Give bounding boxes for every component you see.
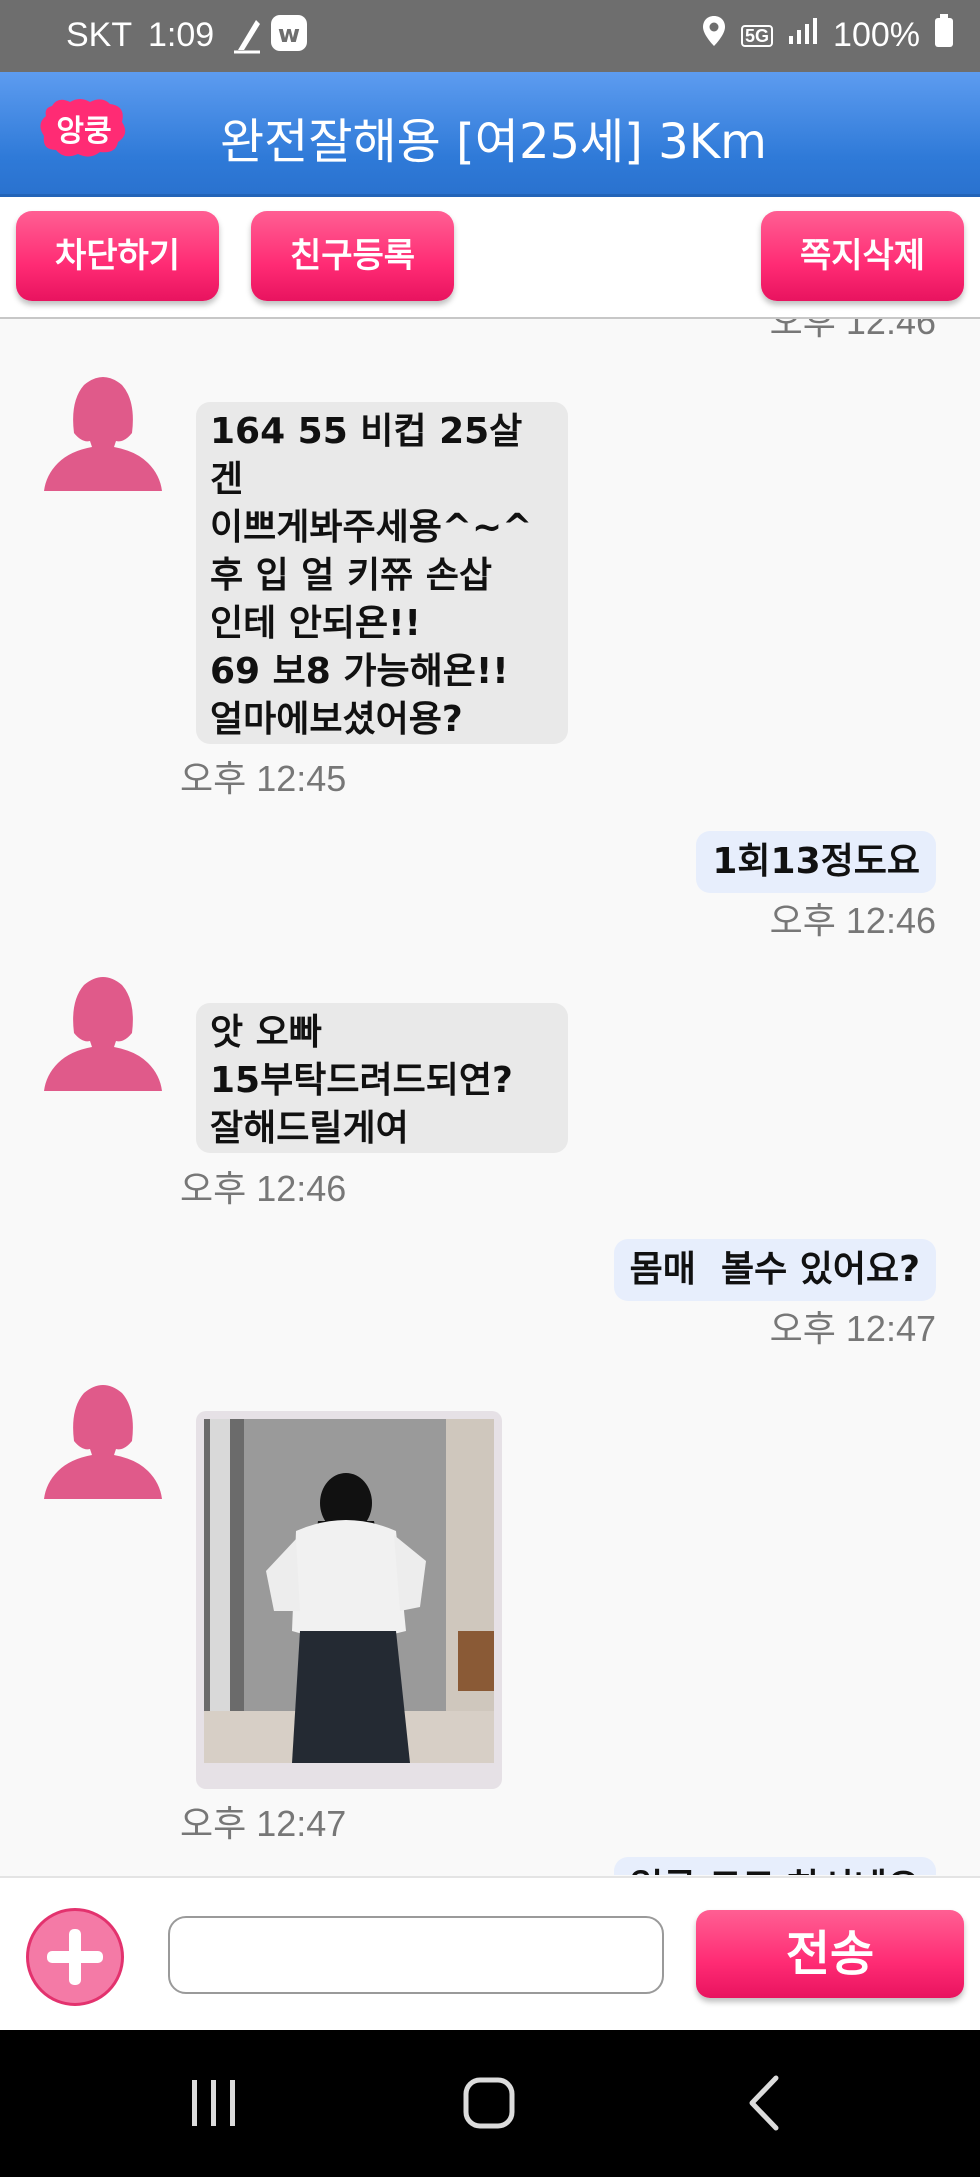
composer-bar: 전송 — [0, 1876, 980, 2032]
message-line: 이쁘게봐주세용^~^ — [210, 507, 533, 548]
network-type-label: 5G — [741, 24, 774, 47]
message-line: 69 보8 가능해욘!! — [210, 651, 509, 692]
clock: 1:09 — [148, 16, 215, 54]
message-line: 164 55 비컵 25살 — [210, 411, 523, 452]
chat-title: 완전잘해용 [여25세] 3Km — [220, 114, 767, 170]
carrier-label: SKT — [66, 16, 133, 54]
logo-text: 앙쿵 — [56, 114, 112, 149]
quill-notification-icon — [230, 16, 264, 63]
message-line: 얼마에보셨어용? — [210, 699, 463, 740]
w-app-notification-icon: w — [270, 14, 308, 61]
message-timestamp: 오후 12:46 — [769, 900, 936, 941]
signal-icon — [787, 16, 819, 55]
message-timestamp: 오후 12:46 — [180, 1168, 347, 1209]
plus-icon — [47, 1929, 103, 1985]
message-timestamp: 오후 12:47 — [180, 1803, 347, 1844]
message-timestamp: 오후 12:46 — [769, 319, 936, 342]
location-icon — [701, 14, 727, 57]
status-bar: SKT 1:09 w 5G 100% — [0, 0, 980, 72]
photo-message[interactable] — [196, 1411, 502, 1789]
outgoing-message-bubble: 몸매 볼수 있어요? — [613, 1239, 936, 1301]
message-list[interactable]: 오후 12:46 164 55 비컵 25살 겐 이쁘게봐주세용^~^ 후 입 … — [0, 319, 980, 1875]
network-type-icon: 5G — [741, 24, 774, 47]
app-logo[interactable]: 앙쿵 — [38, 96, 128, 160]
message-line: 15부탁드려드되연? — [210, 1060, 513, 1101]
outgoing-message-bubble: 1회13정도요 — [696, 831, 936, 893]
battery-percent: 100% — [833, 16, 920, 54]
action-bar: 차단하기 친구등록 쪽지삭제 — [0, 197, 980, 319]
sender-avatar-icon[interactable] — [44, 971, 162, 1091]
outgoing-message-bubble: 얼굴 토토 하시네요 — [613, 1857, 936, 1875]
block-button[interactable]: 차단하기 — [16, 211, 219, 301]
message-line: 겐 — [210, 459, 244, 500]
incoming-message-bubble: 164 55 비컵 25살 겐 이쁘게봐주세용^~^ 후 입 얼 키쮸 손삽 인… — [196, 402, 568, 744]
battery-icon — [934, 14, 954, 57]
delete-note-button[interactable]: 쪽지삭제 — [761, 211, 964, 301]
message-line: 잘해드릴게여 — [210, 1108, 409, 1149]
message-timestamp: 오후 12:47 — [769, 1308, 936, 1349]
photo-image[interactable] — [196, 1411, 502, 1789]
svg-text:w: w — [278, 20, 300, 48]
incoming-message-bubble: 앗 오빠 15부탁드려드되연? 잘해드릴게여 — [196, 1003, 568, 1153]
attach-button[interactable] — [26, 1908, 124, 2006]
sender-avatar-icon[interactable] — [44, 371, 162, 491]
recent-apps-icon[interactable] — [186, 2070, 242, 2138]
message-input[interactable] — [168, 1916, 664, 1994]
back-icon[interactable] — [740, 2070, 790, 2138]
home-icon[interactable] — [460, 2070, 520, 2138]
send-button[interactable]: 전송 — [696, 1910, 964, 1998]
message-line: 인테 안되욘!! — [210, 603, 421, 644]
add-friend-button[interactable]: 친구등록 — [251, 211, 454, 301]
system-nav-bar — [0, 2030, 980, 2177]
message-line: 후 입 얼 키쮸 손삽 — [210, 555, 492, 596]
message-line: 앗 오빠 — [210, 1012, 322, 1053]
chat-header: 앙쿵 완전잘해용 [여25세] 3Km — [0, 72, 980, 197]
sender-avatar-icon[interactable] — [44, 1379, 162, 1499]
message-timestamp: 오후 12:45 — [180, 758, 347, 799]
